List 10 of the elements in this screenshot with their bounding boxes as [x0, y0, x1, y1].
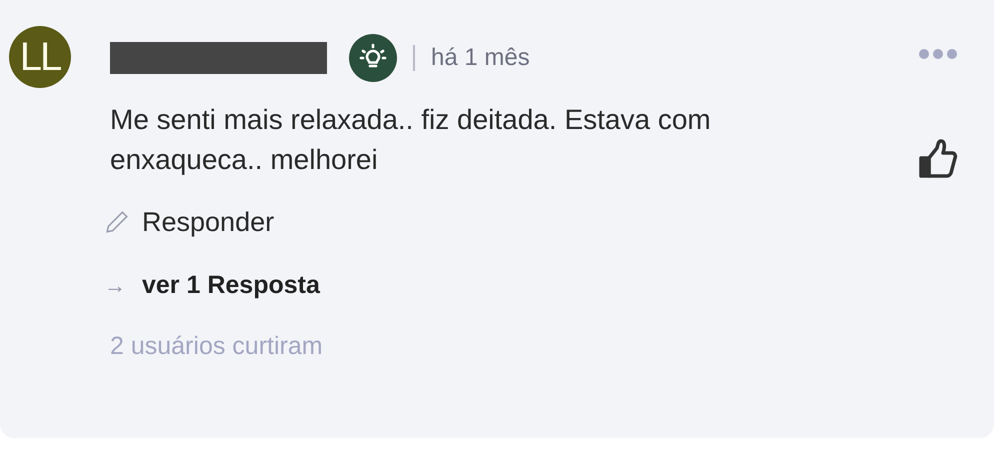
- timestamp: há 1 mês: [431, 43, 530, 73]
- arrow-glyph: →: [104, 272, 126, 300]
- pencil-icon: [104, 209, 130, 236]
- thumbs-up-icon[interactable]: [918, 138, 958, 180]
- lightbulb-icon: [349, 34, 397, 82]
- reply-button[interactable]: Responder: [104, 202, 274, 242]
- view-replies-link[interactable]: ver 1 Resposta: [142, 266, 320, 304]
- comment-text: Me senti mais relaxada.. fiz deitada. Estava com enxaqueca.. melhorei: [110, 103, 712, 177]
- likes-count: 2 usuários curtiram: [110, 331, 324, 362]
- avatar: LL: [9, 26, 71, 88]
